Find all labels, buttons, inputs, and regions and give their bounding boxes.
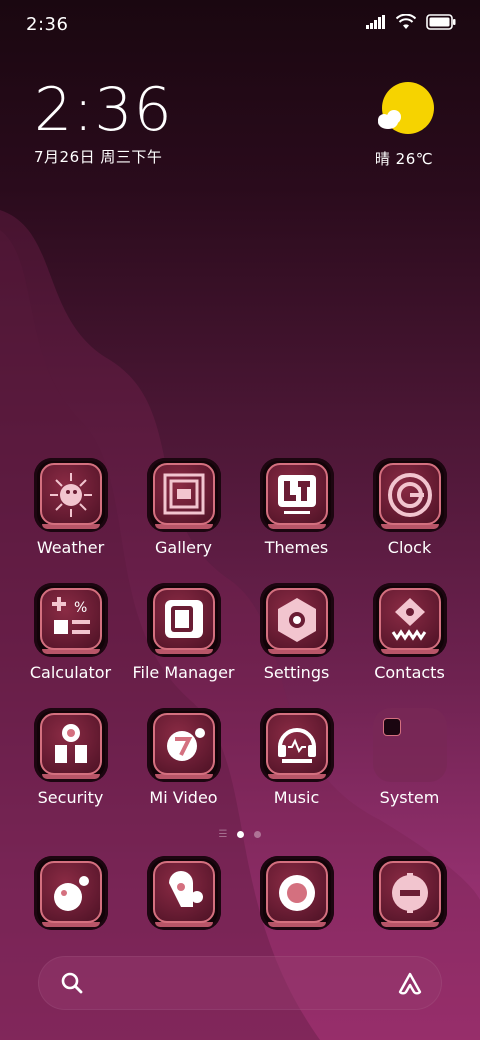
app-label: Themes <box>264 538 329 557</box>
page-dot <box>254 831 262 838</box>
search-bar[interactable] <box>38 956 442 1010</box>
app-security[interactable]: Security <box>14 708 127 833</box>
weather-text: 晴 26℃ <box>374 150 434 168</box>
app-label: Weather <box>36 538 105 557</box>
wifi-icon <box>396 14 416 29</box>
mi-video-icon <box>152 713 215 775</box>
app-label: Mi Video <box>149 788 218 807</box>
app-system-folder[interactable]: System <box>353 708 466 833</box>
clock-widget[interactable]: 2:36 7月26日 周三下午 <box>34 78 173 167</box>
app-label: System <box>379 788 440 807</box>
dock-app-2[interactable] <box>127 856 240 936</box>
app-label: Clock <box>387 538 432 557</box>
page-menu-icon: ☰ <box>218 829 228 840</box>
dock-app-3-icon <box>265 861 328 923</box>
assistant-icon[interactable] <box>396 970 424 996</box>
app-contacts[interactable]: Contacts <box>353 583 466 708</box>
app-row: Weather Gallery Themes Clock <box>14 458 466 583</box>
dock-app-4-icon <box>378 861 441 923</box>
themes-icon <box>265 463 328 525</box>
dock-app-2-icon <box>152 861 215 923</box>
folder-icon <box>372 708 447 782</box>
dock-app-1-icon <box>39 861 102 923</box>
widget-time: 2:36 <box>34 75 173 145</box>
app-label: File Manager <box>132 663 235 682</box>
app-label: Calculator <box>29 663 112 682</box>
app-weather[interactable]: Weather <box>14 458 127 583</box>
app-label: Security <box>37 788 104 807</box>
folder-app-icon <box>382 718 401 736</box>
dock-app-4[interactable] <box>353 856 466 936</box>
weather-widget[interactable]: 晴 26℃ <box>364 82 444 169</box>
security-icon <box>39 713 102 775</box>
app-label: Music <box>273 788 320 807</box>
app-calculator[interactable]: % Calculator <box>14 583 127 708</box>
signal-icon <box>366 15 385 29</box>
status-bar: 2:36 <box>0 0 480 50</box>
app-themes[interactable]: Themes <box>240 458 353 583</box>
weather-icon <box>39 463 102 525</box>
dock-app-3[interactable] <box>240 856 353 936</box>
dock <box>14 856 466 936</box>
widget-date: 7月26日 周三下午 <box>34 148 163 166</box>
app-settings[interactable]: Settings <box>240 583 353 708</box>
clock-icon <box>378 463 441 525</box>
dock-app-1[interactable] <box>14 856 127 936</box>
app-label: Gallery <box>155 538 212 557</box>
settings-icon <box>265 588 328 650</box>
svg-text:%: % <box>74 600 87 616</box>
file-manager-icon <box>152 588 215 650</box>
music-icon <box>265 713 328 775</box>
status-icons <box>366 14 456 30</box>
app-mi-video[interactable]: Mi Video <box>127 708 240 833</box>
app-gallery[interactable]: Gallery <box>127 458 240 583</box>
sun-cloud-icon <box>378 82 434 134</box>
page-indicator[interactable]: ☰ <box>0 829 480 840</box>
contacts-icon <box>378 588 441 650</box>
app-music[interactable]: Music <box>240 708 353 833</box>
app-label: Contacts <box>374 663 445 682</box>
search-icon <box>61 972 83 994</box>
app-label: Settings <box>263 663 330 682</box>
app-row: % Calculator File Manager Settings Conta… <box>14 583 466 708</box>
calculator-icon: % <box>39 588 102 650</box>
status-time: 2:36 <box>26 14 69 35</box>
app-row: Security Mi Video Music System <box>14 708 466 833</box>
app-clock[interactable]: Clock <box>353 458 466 583</box>
app-grid: Weather Gallery Themes Clock % Calculato… <box>14 458 466 833</box>
battery-icon <box>426 14 456 30</box>
gallery-icon <box>152 463 215 525</box>
page-dot-active <box>237 831 245 838</box>
app-file-manager[interactable]: File Manager <box>127 583 240 708</box>
